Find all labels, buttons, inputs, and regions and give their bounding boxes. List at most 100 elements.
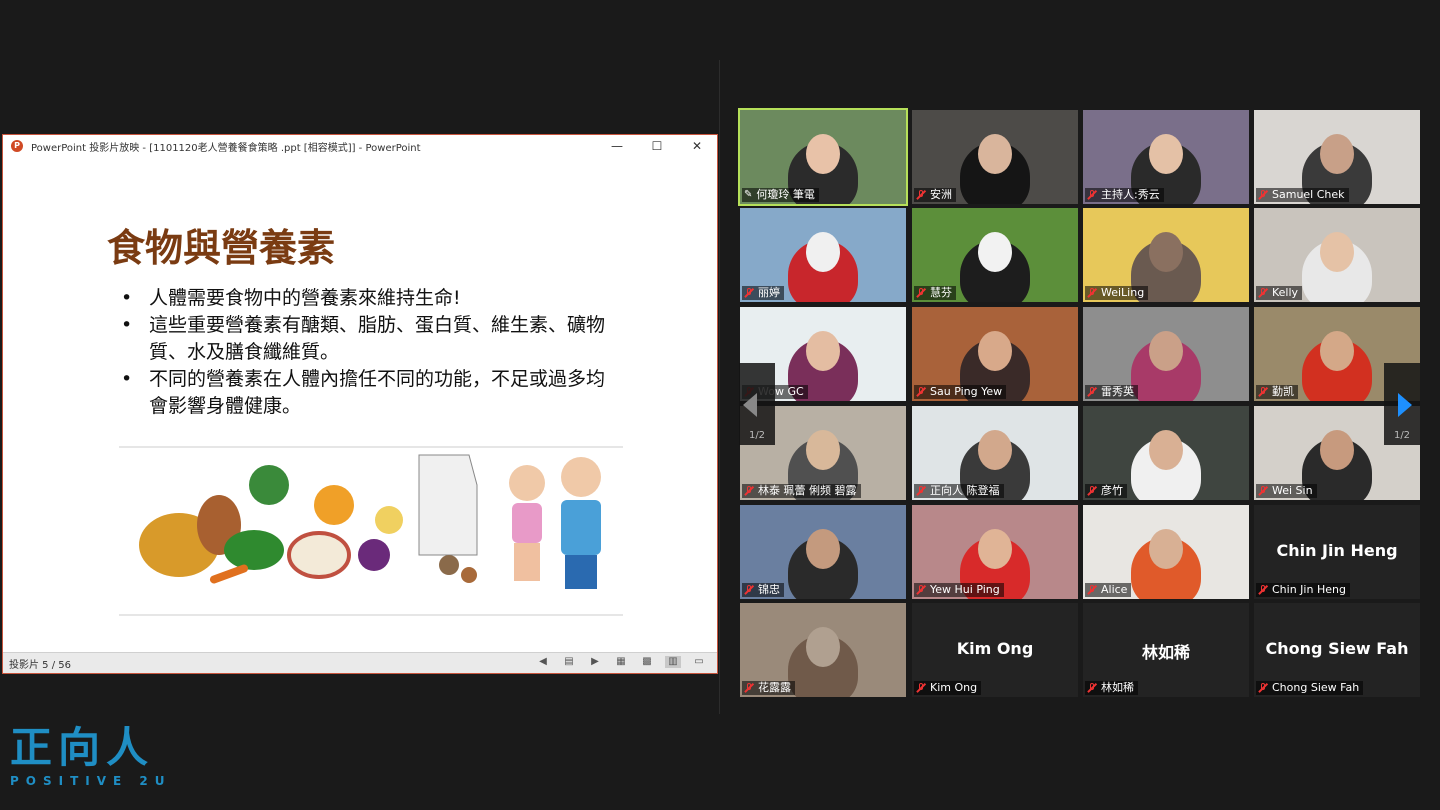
mic-muted-icon bbox=[1258, 683, 1268, 693]
participant-name: Samuel Chek bbox=[1272, 188, 1345, 201]
participant-face bbox=[978, 331, 1012, 371]
prev-slide-icon[interactable]: ◀ bbox=[535, 656, 551, 668]
slide-menu-icon[interactable]: ▤ bbox=[561, 656, 577, 668]
participant-tile[interactable]: Kim Ong Kim Ong bbox=[912, 603, 1078, 697]
participant-name-label: 勤凯 bbox=[1256, 385, 1298, 399]
participant-tile[interactable]: Chin Jin Heng Chin Jin Heng bbox=[1254, 505, 1420, 599]
participant-name: 雷秀英 bbox=[1101, 385, 1134, 398]
participant-display-name: Chin Jin Heng bbox=[1276, 541, 1398, 560]
participant-face bbox=[1149, 331, 1183, 371]
participant-face bbox=[978, 232, 1012, 272]
participant-name-label: Chong Siew Fah bbox=[1256, 681, 1364, 695]
mic-muted-icon bbox=[916, 288, 926, 298]
participant-name: 主持人:秀云 bbox=[1101, 188, 1160, 201]
participant-name-label: Yew Hui Ping bbox=[914, 583, 1004, 597]
participant-tile[interactable]: 安洲 bbox=[912, 110, 1078, 204]
participant-tile[interactable]: 花露露 bbox=[740, 603, 906, 697]
prev-page-button[interactable]: 1/2 bbox=[739, 363, 775, 445]
participant-name: 何瓊玲 筆電 bbox=[756, 188, 815, 201]
sorter-view-icon[interactable]: ▩ bbox=[639, 656, 655, 668]
mic-muted-icon bbox=[1087, 190, 1097, 200]
participant-name: 丽婷 bbox=[758, 286, 780, 299]
participant-name: 花露露 bbox=[758, 681, 791, 694]
participant-name: Kelly bbox=[1272, 286, 1299, 299]
participant-name-label: 锦忠 bbox=[742, 583, 784, 597]
mic-muted-icon bbox=[744, 585, 754, 595]
participant-name: Kim Ong bbox=[930, 681, 978, 694]
close-button[interactable]: ✕ bbox=[677, 135, 717, 157]
mic-muted-icon bbox=[1087, 288, 1097, 298]
mic-muted-icon bbox=[916, 387, 926, 397]
mic-muted-icon bbox=[1258, 387, 1268, 397]
participant-tile[interactable]: Alice bbox=[1083, 505, 1249, 599]
participant-name-label: ✎ 何瓊玲 筆電 bbox=[742, 188, 819, 202]
participant-tile[interactable]: WeiLing bbox=[1083, 208, 1249, 302]
video-gallery: ✎ 何瓊玲 筆電 安洲 主持人:秀云 Samuel Chek 丽婷 慧芬 WeiLing Kel… bbox=[738, 108, 1420, 698]
participant-name: Yew Hui Ping bbox=[930, 583, 1000, 596]
participant-name: Chin Jin Heng bbox=[1272, 583, 1346, 596]
slide-title: 食物與營養素 bbox=[107, 225, 336, 270]
chevron-right-icon bbox=[1398, 393, 1412, 417]
participant-name-label: Chin Jin Heng bbox=[1256, 583, 1350, 597]
mic-muted-icon bbox=[744, 288, 754, 298]
pin-icon: ✎ bbox=[744, 189, 753, 200]
participant-name-label: 丽婷 bbox=[742, 286, 784, 300]
participant-name-label: 慧芬 bbox=[914, 286, 956, 300]
mic-muted-icon bbox=[1087, 486, 1097, 496]
participant-face bbox=[1149, 232, 1183, 272]
participant-name-label: 林如稀 bbox=[1085, 681, 1138, 695]
participant-face bbox=[1320, 430, 1354, 470]
maximize-button[interactable]: ☐ bbox=[637, 135, 677, 157]
next-slide-icon[interactable]: ▶ bbox=[587, 656, 603, 668]
participant-display-name: 林如稀 bbox=[1141, 643, 1190, 662]
participant-name: Chong Siew Fah bbox=[1272, 681, 1360, 694]
slideshow-icon[interactable]: ▭ bbox=[691, 656, 707, 668]
participant-tile[interactable]: Sau Ping Yew bbox=[912, 307, 1078, 401]
normal-view-icon[interactable]: ▦ bbox=[613, 656, 629, 668]
page-indicator: 1/2 bbox=[748, 430, 766, 441]
brand-logo-en: POSITIVE 2U bbox=[10, 774, 172, 788]
participant-tile[interactable]: 锦忠 bbox=[740, 505, 906, 599]
powerpoint-window: P PowerPoint 投影片放映 - [1101120老人營養餐食策略 .p… bbox=[2, 134, 718, 674]
window-title: PowerPoint 投影片放映 - [1101120老人營養餐食策略 .ppt… bbox=[31, 142, 421, 154]
mic-muted-icon bbox=[916, 683, 926, 693]
participant-tile[interactable]: Kelly bbox=[1254, 208, 1420, 302]
participant-face bbox=[806, 134, 840, 174]
slide-counter: 投影片 5 / 56 bbox=[9, 659, 71, 671]
brand-logo-cn: 正向人 bbox=[10, 723, 155, 772]
participant-tile[interactable]: 林如稀 林如稀 bbox=[1083, 603, 1249, 697]
panel-divider[interactable] bbox=[719, 60, 720, 714]
participant-tile[interactable]: 丽婷 bbox=[740, 208, 906, 302]
participant-tile[interactable]: 主持人:秀云 bbox=[1083, 110, 1249, 204]
participant-name-label: 雷秀英 bbox=[1085, 385, 1138, 399]
participant-tile[interactable]: 彦竹 bbox=[1083, 406, 1249, 500]
participant-tile[interactable]: 雷秀英 bbox=[1083, 307, 1249, 401]
reading-view-icon[interactable]: ▥ bbox=[665, 656, 681, 668]
mic-muted-icon bbox=[1087, 585, 1097, 595]
food-illustration bbox=[119, 446, 623, 616]
participant-tile[interactable]: Yew Hui Ping bbox=[912, 505, 1078, 599]
participant-name: Alice bbox=[1101, 583, 1128, 596]
participant-face bbox=[1149, 430, 1183, 470]
ppt-titlebar: P PowerPoint 投影片放映 - [1101120老人營養餐食策略 .p… bbox=[3, 135, 717, 158]
participant-name-label: 主持人:秀云 bbox=[1085, 188, 1164, 202]
mic-muted-icon bbox=[1258, 190, 1268, 200]
participant-tile[interactable]: Chong Siew Fah Chong Siew Fah bbox=[1254, 603, 1420, 697]
participant-tile[interactable]: 慧芬 bbox=[912, 208, 1078, 302]
next-page-button[interactable]: 1/2 bbox=[1384, 363, 1420, 445]
participant-display-name: Kim Ong bbox=[956, 639, 1034, 658]
participant-name-label: 安洲 bbox=[914, 188, 956, 202]
participant-face bbox=[806, 232, 840, 272]
participant-face bbox=[806, 627, 840, 667]
page-indicator: 1/2 bbox=[1393, 430, 1411, 441]
participant-tile[interactable]: 正向人 陈登福 bbox=[912, 406, 1078, 500]
participant-name: 安洲 bbox=[930, 188, 952, 201]
participant-display-name: Chong Siew Fah bbox=[1265, 639, 1409, 658]
mic-muted-icon bbox=[1087, 387, 1097, 397]
participant-face bbox=[806, 529, 840, 569]
participant-tile[interactable]: Samuel Chek bbox=[1254, 110, 1420, 204]
ppt-statusbar: 投影片 5 / 56 ◀ ▤ ▶ ▦ ▩ ▥ ▭ bbox=[3, 652, 717, 673]
minimize-button[interactable]: — bbox=[597, 135, 637, 157]
participant-face bbox=[1320, 232, 1354, 272]
participant-tile[interactable]: ✎ 何瓊玲 筆電 bbox=[738, 108, 908, 206]
